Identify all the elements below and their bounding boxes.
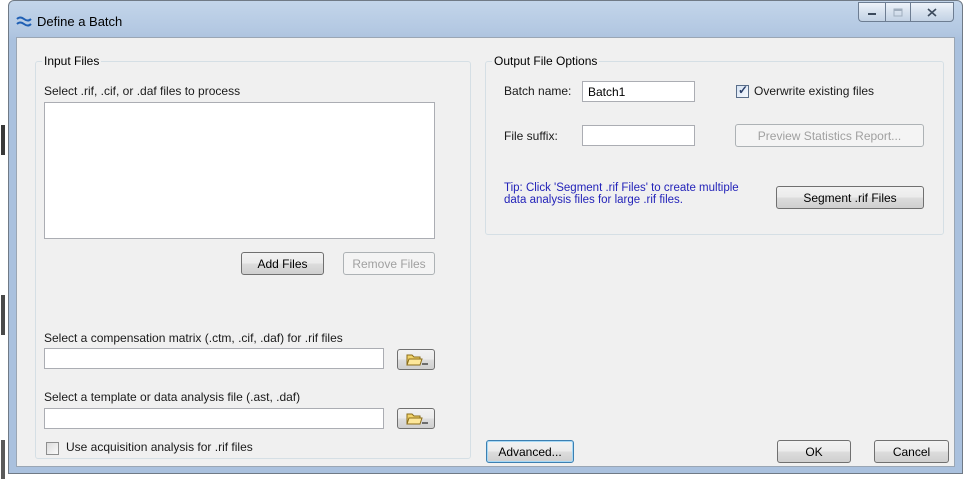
wave-app-icon [16,16,32,27]
close-icon [927,7,937,17]
acquisition-analysis-label: Use acquisition analysis for .rif files [66,440,253,454]
preview-statistics-button[interactable]: Preview Statistics Report... [735,124,924,147]
minimize-icon [868,13,876,15]
batch-name-field[interactable] [582,81,695,102]
maximize-button[interactable] [885,2,910,22]
compensation-matrix-label: Select a compensation matrix (.ctm, .cif… [44,331,343,345]
file-suffix-field[interactable] [582,125,695,146]
acquisition-analysis-checkbox[interactable] [46,442,59,455]
minimize-button[interactable] [858,2,885,22]
window-title: Define a Batch [37,14,123,29]
title-bar[interactable]: Define a Batch [9,1,962,37]
checkmark-icon: ✓ [738,83,749,97]
background-desktop-strip [0,0,6,479]
browse-compensation-button[interactable] [397,349,435,370]
output-options-group-title: Output File Options [492,54,600,68]
segment-tip-text: Tip: Click 'Segment .rif Files' to creat… [504,182,739,206]
input-files-list[interactable] [44,102,435,239]
maximize-icon [893,8,903,16]
remove-files-button[interactable]: Remove Files [343,252,435,275]
dialog-client-area: Input Files Select .rif, .cif, or .daf f… [16,37,955,467]
ok-button[interactable]: OK [777,440,851,463]
close-button[interactable] [910,2,954,22]
compensation-matrix-field[interactable] [44,348,384,369]
tip-line-1: Tip: Click 'Segment .rif Files' to creat… [504,182,739,194]
input-files-group: Input Files Select .rif, .cif, or .daf f… [35,54,471,459]
batch-name-label: Batch name: [504,84,572,98]
browse-template-button[interactable] [397,408,435,429]
template-file-field[interactable] [44,408,384,429]
add-files-button[interactable]: Add Files [241,252,324,275]
output-file-options-group: Output File Options Batch name: ✓ Overwr… [485,54,944,235]
overwrite-label: Overwrite existing files [754,84,875,98]
overwrite-checkbox[interactable]: ✓ [736,83,749,98]
cancel-button[interactable]: Cancel [874,440,949,463]
input-files-group-title: Input Files [42,54,102,68]
folder-icon [406,413,428,425]
define-batch-dialog: Define a Batch Input Files Select .rif, … [8,0,963,474]
advanced-button[interactable]: Advanced... [486,440,574,463]
select-files-label: Select .rif, .cif, or .daf files to proc… [44,84,241,98]
segment-rif-files-button[interactable]: Segment .rif Files [776,186,924,209]
template-file-label: Select a template or data analysis file … [44,390,301,404]
tip-line-2: data analysis files for large .rif files… [504,194,683,206]
folder-icon [406,354,428,366]
file-suffix-label: File suffix: [504,129,558,143]
window-controls [858,2,954,24]
